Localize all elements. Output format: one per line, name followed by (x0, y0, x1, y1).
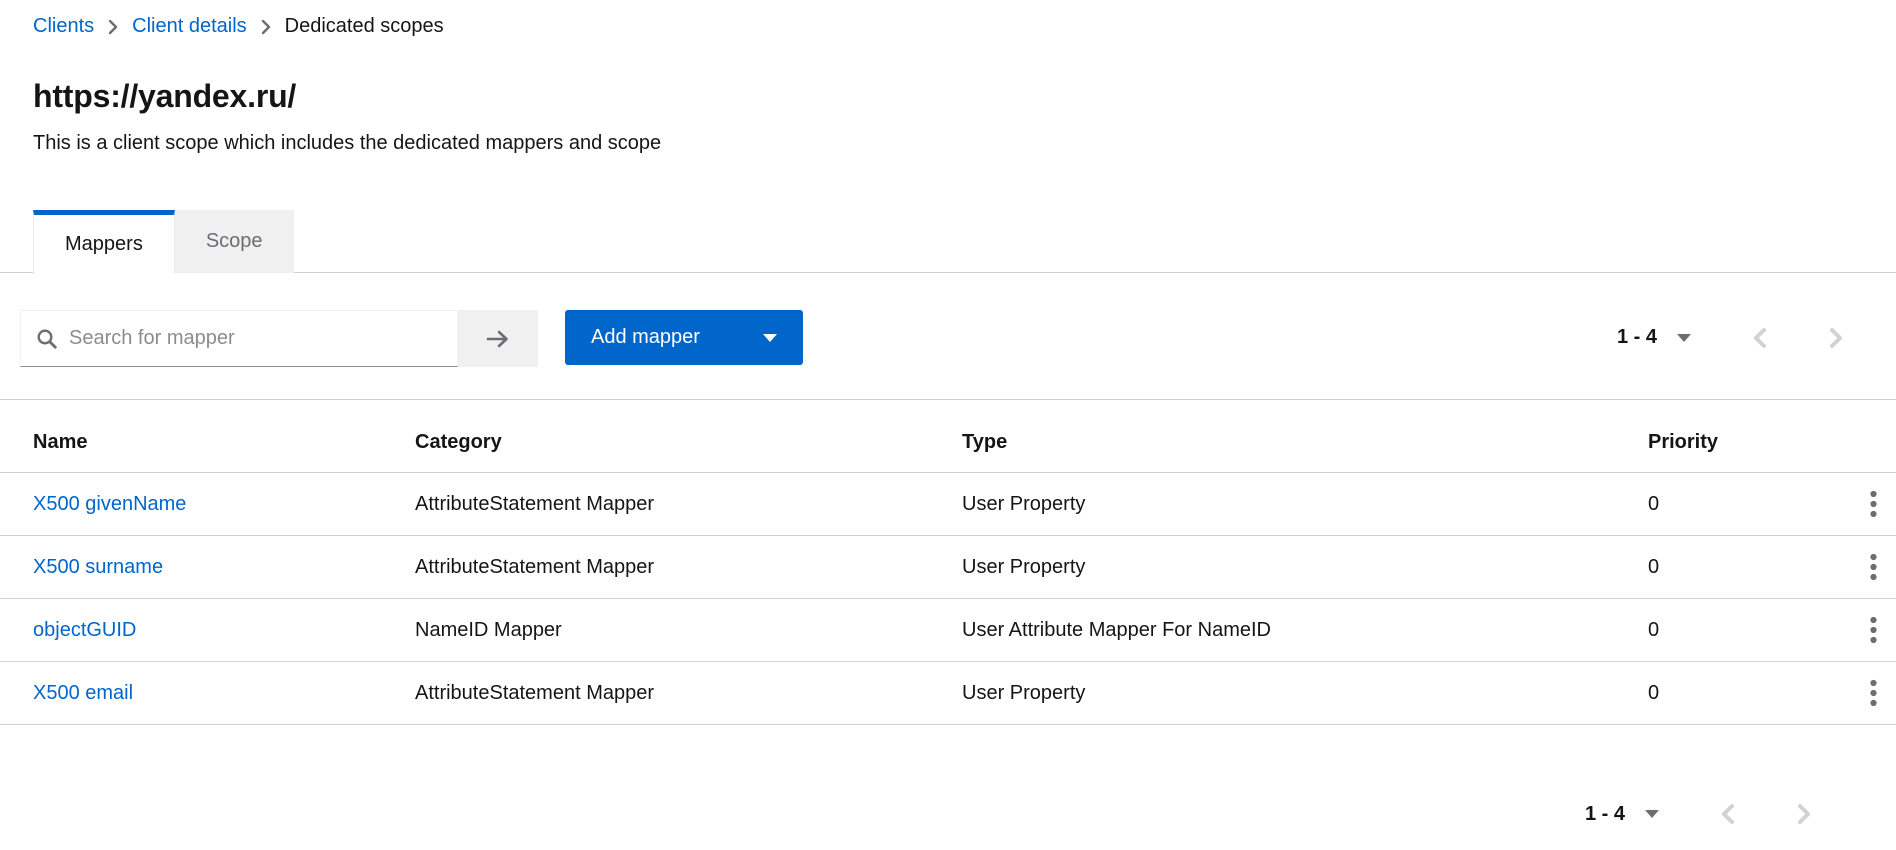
tab-scope[interactable]: Scope (175, 210, 294, 273)
tab-mappers[interactable]: Mappers (33, 210, 175, 274)
chevron-right-icon (1829, 326, 1844, 350)
search-group (20, 310, 538, 367)
kebab-menu-icon (1870, 490, 1877, 518)
chevron-right-icon (261, 19, 271, 35)
column-header-name: Name (0, 431, 415, 454)
add-mapper-button[interactable]: Add mapper (565, 310, 803, 365)
chevron-right-icon (1797, 802, 1812, 826)
table-row: X500 givenName AttributeStatement Mapper… (0, 472, 1896, 535)
mapper-category: AttributeStatement Mapper (415, 493, 962, 516)
mapper-link[interactable]: X500 email (33, 682, 133, 704)
add-mapper-label: Add mapper (591, 326, 700, 349)
chevron-left-icon (1720, 802, 1735, 826)
table-header-row: Name Category Type Priority (0, 400, 1896, 472)
table-body: X500 givenName AttributeStatement Mapper… (0, 472, 1896, 725)
pagination-prev-button[interactable] (1737, 316, 1781, 360)
breadcrumb-link-client-details[interactable]: Client details (132, 15, 247, 38)
tabs: Mappers Scope (0, 210, 1896, 273)
arrow-right-icon (484, 327, 512, 351)
column-header-type: Type (962, 431, 1648, 454)
table-row: objectGUID NameID Mapper User Attribute … (0, 598, 1896, 661)
search-input[interactable] (69, 311, 457, 366)
tab-scope-label: Scope (206, 230, 263, 253)
chevron-left-icon (1752, 326, 1767, 350)
mapper-priority: 0 (1648, 556, 1850, 579)
pagination-next-button[interactable] (1814, 316, 1858, 360)
pagination-range: 1 - 4 (1585, 803, 1625, 826)
mapper-category: NameID Mapper (415, 619, 962, 642)
row-actions-kebab-button[interactable] (1859, 610, 1887, 650)
mapper-priority: 0 (1648, 619, 1850, 642)
table-row: X500 email AttributeStatement Mapper Use… (0, 661, 1896, 724)
mapper-priority: 0 (1648, 682, 1850, 705)
pagination-top: 1 - 4 (1617, 310, 1858, 365)
caret-down-icon (1677, 334, 1691, 342)
pagination-range: 1 - 4 (1617, 326, 1657, 349)
breadcrumb-current: Dedicated scopes (285, 15, 444, 38)
row-actions-kebab-button[interactable] (1859, 484, 1887, 524)
search-icon (36, 328, 58, 350)
mapper-type: User Property (962, 682, 1648, 705)
mappers-table: Name Category Type Priority X500 givenNa… (0, 399, 1896, 725)
page-subtitle: This is a client scope which includes th… (33, 132, 661, 155)
row-actions-kebab-button[interactable] (1859, 547, 1887, 587)
mapper-type: User Attribute Mapper For NameID (962, 619, 1648, 642)
caret-down-icon (763, 334, 777, 342)
page-title: https://yandex.ru/ (33, 78, 296, 115)
kebab-menu-icon (1870, 553, 1877, 581)
row-actions-kebab-button[interactable] (1859, 673, 1887, 713)
kebab-menu-icon (1870, 679, 1877, 707)
pagination-prev-button[interactable] (1705, 792, 1749, 836)
column-header-category: Category (415, 431, 962, 454)
breadcrumb: Clients Client details Dedicated scopes (33, 15, 444, 38)
mapper-link[interactable]: objectGUID (33, 619, 136, 641)
mapper-priority: 0 (1648, 493, 1850, 516)
pagination-top-menu-toggle[interactable]: 1 - 4 (1617, 326, 1691, 349)
caret-down-icon (1645, 810, 1659, 818)
mapper-link[interactable]: X500 givenName (33, 493, 186, 515)
pagination-bottom: 1 - 4 (1585, 792, 1826, 836)
breadcrumb-link-clients[interactable]: Clients (33, 15, 94, 38)
dedicated-scopes-page: Clients Client details Dedicated scopes … (0, 0, 1896, 850)
mapper-type: User Property (962, 556, 1648, 579)
pagination-next-button[interactable] (1782, 792, 1826, 836)
search-input-wrap (20, 310, 458, 367)
mapper-category: AttributeStatement Mapper (415, 682, 962, 705)
tab-mappers-label: Mappers (65, 233, 143, 256)
column-header-priority: Priority (1648, 431, 1850, 454)
pagination-bottom-menu-toggle[interactable]: 1 - 4 (1585, 803, 1659, 826)
mapper-category: AttributeStatement Mapper (415, 556, 962, 579)
mapper-link[interactable]: X500 surname (33, 556, 163, 578)
mapper-type: User Property (962, 493, 1648, 516)
search-submit-button[interactable] (458, 310, 538, 367)
table-row: X500 surname AttributeStatement Mapper U… (0, 535, 1896, 598)
chevron-right-icon (108, 19, 118, 35)
kebab-menu-icon (1870, 616, 1877, 644)
